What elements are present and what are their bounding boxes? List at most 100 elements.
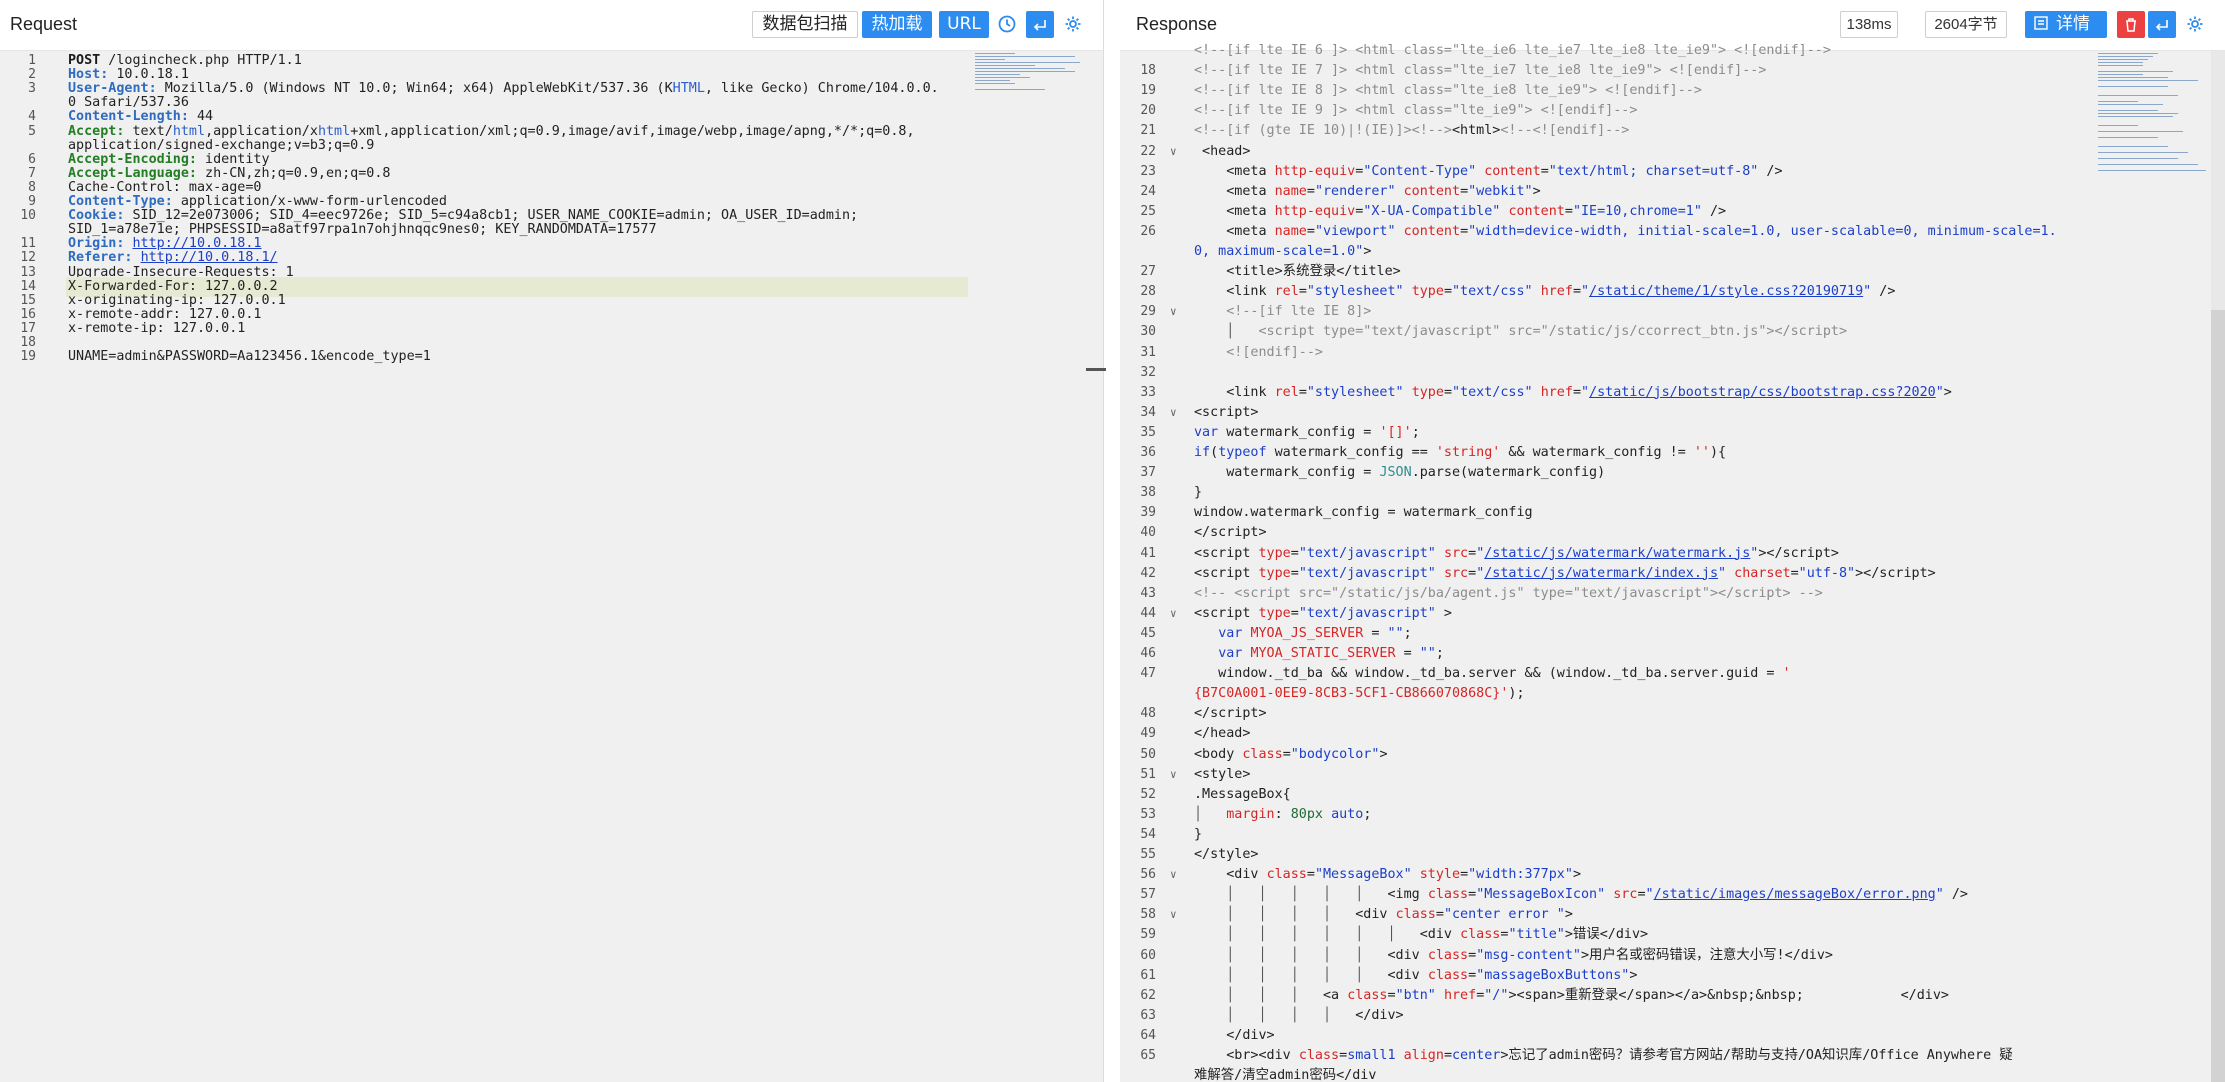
line-number: 51 [1140, 766, 1156, 782]
code-line[interactable]: 58 ∨ │ │ │ │ <div class="center error "> [1120, 905, 2225, 925]
code-line[interactable]: 0, maximum-scale=1.0"> [1120, 242, 2225, 262]
line-number: 44 [1140, 605, 1156, 621]
code-line[interactable]: 54} [1120, 825, 2225, 845]
code-text: <script type="text/javascript" src="/sta… [1194, 565, 1936, 581]
code-line[interactable]: 31 <![endif]--> [1120, 343, 2225, 363]
code-line[interactable]: 51 ∨ <style> [1120, 765, 2225, 785]
code-line[interactable]: 65 <br><div class=small1 align=center>忘记… [1120, 1046, 2225, 1066]
code-line[interactable]: 32 [1120, 363, 2225, 383]
wrap-icon[interactable] [1026, 11, 1054, 38]
fold-toggle-icon[interactable]: ∨ [1170, 604, 1177, 624]
url-button[interactable]: URL [939, 11, 989, 38]
code-line[interactable]: 49 </head> [1120, 724, 2225, 744]
code-line[interactable]: 41 <script type="text/javascript" src="/s… [1120, 544, 2225, 564]
trash-icon[interactable] [2117, 11, 2145, 38]
line-number: 40 [1140, 525, 1156, 541]
wrap-icon[interactable] [2148, 11, 2176, 38]
code-text: <!-- <script src="/static/js/ba/agent.js… [1194, 585, 1823, 601]
code-line[interactable]: <!--[if lte IE 6 ]> <html class="lte_ie6… [1120, 41, 2225, 61]
code-line[interactable]: 47 window._td_ba && window._td_ba.server… [1120, 664, 2225, 684]
code-line[interactable]: 45 var MYOA_JS_SERVER = ""; [1120, 624, 2225, 644]
code-line[interactable]: 36 if(typeof watermark_config == 'string'… [1120, 443, 2225, 463]
code-line[interactable]: 62 │ │ │ <a class="btn" href="/"><span>重… [1120, 986, 2225, 1006]
code-line[interactable]: 24 <meta name="renderer" content="webkit… [1120, 182, 2225, 202]
line-number: 56 [1140, 867, 1156, 883]
code-line[interactable]: 53 │ margin: 80px auto; [1120, 805, 2225, 825]
code-text: │ margin: 80px auto; [1194, 806, 1372, 822]
code-line[interactable]: 42 <script type="text/javascript" src="/s… [1120, 564, 2225, 584]
code-line[interactable]: 63 │ │ │ │ </div> [1120, 1006, 2225, 1026]
response-minimap[interactable] [2098, 51, 2210, 186]
code-line[interactable]: 46 var MYOA_STATIC_SERVER = ""; [1120, 644, 2225, 664]
code-line[interactable]: 57 │ │ │ │ │ <img class="MessageBoxIcon"… [1120, 885, 2225, 905]
code-line[interactable]: 23 <meta http-equiv="Content-Type" conte… [1120, 162, 2225, 182]
line-number: 58 [1140, 907, 1156, 923]
code-line[interactable]: 18 <!--[if lte IE 7 ]> <html class="lte_i… [1120, 61, 2225, 81]
line-number: 41 [1140, 545, 1156, 561]
fold-toggle-icon[interactable]: ∨ [1170, 403, 1177, 423]
response-pane: Response 138ms 2604字节 详情 <!--[if lte IE … [1120, 0, 2225, 1082]
code-line[interactable]: 34 ∨ <script> [1120, 403, 2225, 423]
code-line[interactable]: 39 window.watermark_config = watermark_co… [1120, 503, 2225, 523]
pane-divider[interactable] [1086, 0, 1120, 1082]
code-line[interactable]: 26 <meta name="viewport" content="width=… [1120, 222, 2225, 242]
code-line[interactable]: 43 <!-- <script src="/static/js/ba/agent.… [1120, 584, 2225, 604]
code-text: <meta http-equiv="Content-Type" content=… [1194, 163, 1783, 179]
code-line[interactable]: 19 <!--[if lte IE 8 ]> <html class="lte_i… [1120, 81, 2225, 101]
request-editor[interactable]: 1 POST /logincheck.php HTTP/1.1 2 Host: 10.… [0, 51, 1104, 1082]
code-line[interactable]: 48 </script> [1120, 704, 2225, 724]
request-minimap[interactable] [975, 51, 1085, 101]
code-line[interactable]: 25 <meta http-equiv="X-UA-Compatible" co… [1120, 202, 2225, 222]
hot-load-button[interactable]: 热加载 [862, 11, 932, 38]
details-button[interactable]: 详情 [2025, 11, 2107, 38]
code-line[interactable]: 55 </style> [1120, 845, 2225, 865]
code-line[interactable]: 22 ∨ <head> [1120, 142, 2225, 162]
divider-grip[interactable] [1086, 368, 1106, 371]
line-number: 22 [1140, 143, 1156, 159]
code-line[interactable]: {B7C0A001-0EE9-8CB3-5CF1-CB866070868C}')… [1120, 684, 2225, 704]
code-text: <script type="text/javascript" src="/sta… [1194, 545, 1839, 561]
fold-toggle-icon[interactable]: ∨ [1170, 905, 1177, 925]
response-editor[interactable]: <!--[if lte IE 6 ]> <html class="lte_ie6… [1120, 43, 2225, 1082]
code-line[interactable]: 20 <!--[if lte IE 9 ]> <html class="lte_i… [1120, 101, 2225, 121]
code-line[interactable]: 30 │ <script type="text/javascript" src=… [1120, 322, 2225, 342]
fold-toggle-icon[interactable]: ∨ [1170, 142, 1177, 162]
code-line[interactable]: 61 │ │ │ │ │ <div class="massageBoxButto… [1120, 966, 2225, 986]
code-line[interactable]: 52 .MessageBox{ [1120, 785, 2225, 805]
code-line[interactable]: 35 var watermark_config = '[]'; [1120, 423, 2225, 443]
code-line[interactable]: 44 ∨ <script type="text/javascript" > [1120, 604, 2225, 624]
code-text: │ │ │ │ │ <div class="massageBoxButtons"… [1226, 967, 1638, 983]
fold-toggle-icon[interactable]: ∨ [1170, 302, 1177, 322]
code-line[interactable]: 38} [1120, 483, 2225, 503]
line-number: 47 [1140, 666, 1156, 682]
line-number: 36 [1140, 445, 1156, 460]
line-number: 25 [1140, 203, 1156, 219]
gear-icon[interactable] [1060, 11, 1086, 38]
gear-icon[interactable] [2182, 11, 2208, 38]
code-line[interactable]: 21 <!--[if (gte IE 10)|!(IE)]><!--><html>… [1120, 121, 2225, 141]
fold-toggle-icon[interactable]: ∨ [1170, 865, 1177, 885]
code-line[interactable]: 60 │ │ │ │ │ <div class="msg-content">用户… [1120, 946, 2225, 966]
code-line[interactable]: 28 <link rel="stylesheet" type="text/css… [1120, 282, 2225, 302]
code-text: <head> [1194, 143, 1251, 159]
response-scrollbar-thumb[interactable] [2211, 310, 2225, 1082]
packet-scan-button[interactable]: 数据包扫描 [752, 11, 858, 38]
code-line[interactable]: 29 ∨ <!--[if lte IE 8]> [1120, 302, 2225, 322]
fold-toggle-icon[interactable]: ∨ [1170, 765, 1177, 785]
code-line[interactable]: 59 │ │ │ │ │ │ <div class="title">错误</di… [1120, 925, 2225, 945]
code-text: <script type="text/javascript" > [1194, 605, 1452, 621]
code-line[interactable]: 64 </div> [1120, 1026, 2225, 1046]
code-line[interactable]: 33 <link rel="stylesheet" type="text/css… [1120, 383, 2225, 403]
code-line[interactable]: 56 ∨ <div class="MessageBox" style="width… [1120, 865, 2225, 885]
code-line[interactable]: 27 <title>系统登录</title> [1120, 262, 2225, 282]
code-line[interactable]: 37 watermark_config = JSON.parse(waterma… [1120, 463, 2225, 483]
history-icon[interactable] [994, 11, 1020, 38]
code-text: │ │ │ │ </div> [1226, 1007, 1404, 1023]
code-line[interactable]: 19 UNAME=admin&PASSWORD=Aa123456.1&encode… [0, 347, 1104, 367]
code-line[interactable]: 50 <body class="bodycolor"> [1120, 745, 2225, 765]
code-line[interactable]: 40 </script> [1120, 523, 2225, 543]
code-text: <!--[if lte IE 9 ]> <html class="lte_ie9… [1194, 103, 1638, 119]
response-title: Response [1136, 14, 1218, 34]
code-line[interactable]: 难解答/清空admin密码</div [1120, 1066, 2225, 1082]
line-number: 39 [1140, 505, 1156, 521]
